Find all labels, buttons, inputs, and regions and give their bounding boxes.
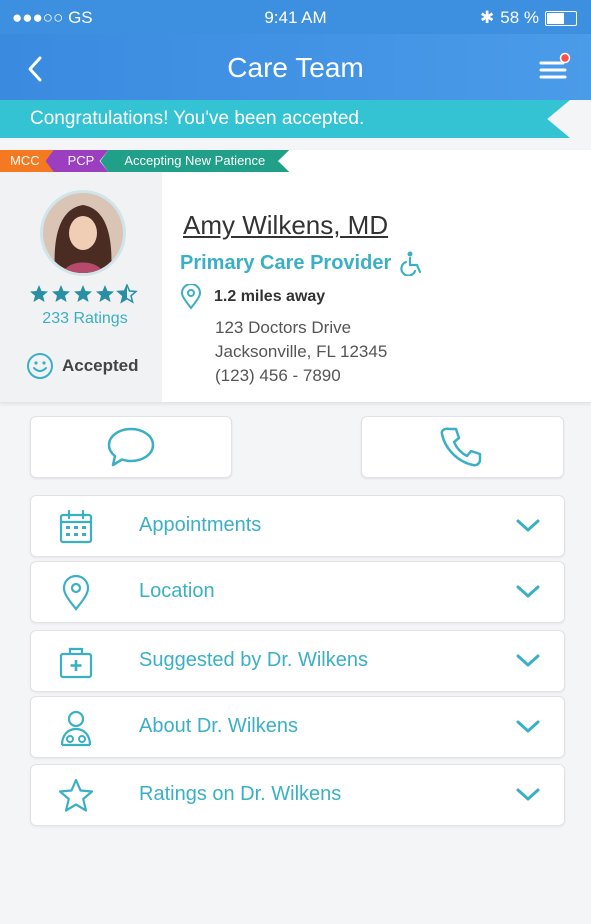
ratings-count[interactable]: 233 Ratings [0, 310, 170, 328]
star-icon [58, 778, 94, 812]
chevron-down-icon [516, 788, 540, 801]
section-label: Suggested by Dr. Wilkens [139, 649, 368, 671]
doctor-profile-card: MCC PCP Accepting New Patience 233 Ratin… [0, 150, 591, 403]
accessibility-icon [400, 251, 422, 276]
message-button[interactable] [30, 416, 232, 478]
chevron-down-icon [516, 585, 540, 598]
doctor-icon [60, 710, 92, 747]
menu-icon[interactable] [537, 52, 571, 84]
bluetooth-icon: ✱ [480, 8, 495, 27]
section-label: Appointments [139, 514, 262, 536]
battery-percent: 58 % [500, 8, 539, 27]
chevron-down-icon [516, 654, 540, 667]
medical-kit-icon [59, 647, 93, 679]
rating-stars [30, 284, 140, 304]
doctor-avatar [40, 190, 126, 276]
section-ratings[interactable]: Ratings on Dr. Wilkens [30, 764, 565, 826]
section-label: Location [139, 580, 215, 602]
location-pin-icon [180, 284, 202, 310]
chevron-down-icon [516, 720, 540, 733]
calendar-icon [59, 509, 93, 544]
distance-label: 1.2 miles away [214, 288, 326, 305]
section-label: Ratings on Dr. Wilkens [139, 783, 342, 805]
accepted-label: Accepted [62, 356, 139, 375]
address-line-2: Jacksonville, FL 12345 [215, 342, 388, 361]
doctor-name[interactable]: Amy Wilkens, MD [183, 210, 388, 241]
distance: 1.2 miles away [180, 284, 325, 310]
section-label: About Dr. Wilkens [139, 715, 298, 737]
section-about[interactable]: About Dr. Wilkens [30, 696, 565, 758]
doctor-role: Primary Care Provider [180, 250, 425, 276]
page-title: Care Team [227, 52, 364, 83]
smiley-icon [27, 353, 53, 379]
section-location[interactable]: Location [30, 561, 565, 623]
section-appointments[interactable]: Appointments [30, 495, 565, 557]
phone-icon [440, 427, 482, 467]
battery-icon [545, 10, 577, 26]
phone-number[interactable]: (123) 456 - 7890 [215, 366, 341, 386]
location-pin-icon [62, 574, 90, 611]
accepted-status: Accepted [26, 352, 139, 380]
chat-bubble-icon [107, 427, 155, 467]
nav-bar: Care Team [0, 34, 591, 100]
call-button[interactable] [361, 416, 564, 478]
section-suggested[interactable]: Suggested by Dr. Wilkens [30, 630, 565, 692]
tag-mcc: MCC [0, 150, 54, 172]
tag-pcp: PCP [45, 150, 109, 172]
status-bar: ●●●○○ GS 9:41 AM ✱ 58 % [0, 0, 591, 34]
acceptance-banner: Congratulations! You've been accepted. [0, 100, 570, 138]
tag-accepting-new: Accepting New Patience [100, 150, 290, 172]
tag-list: MCC PCP Accepting New Patience [0, 150, 290, 172]
chevron-down-icon [516, 519, 540, 532]
doctor-role-label: Primary Care Provider [180, 251, 392, 274]
address-line-1: 123 Doctors Drive [215, 318, 352, 337]
status-right: ✱ 58 % [480, 8, 577, 28]
